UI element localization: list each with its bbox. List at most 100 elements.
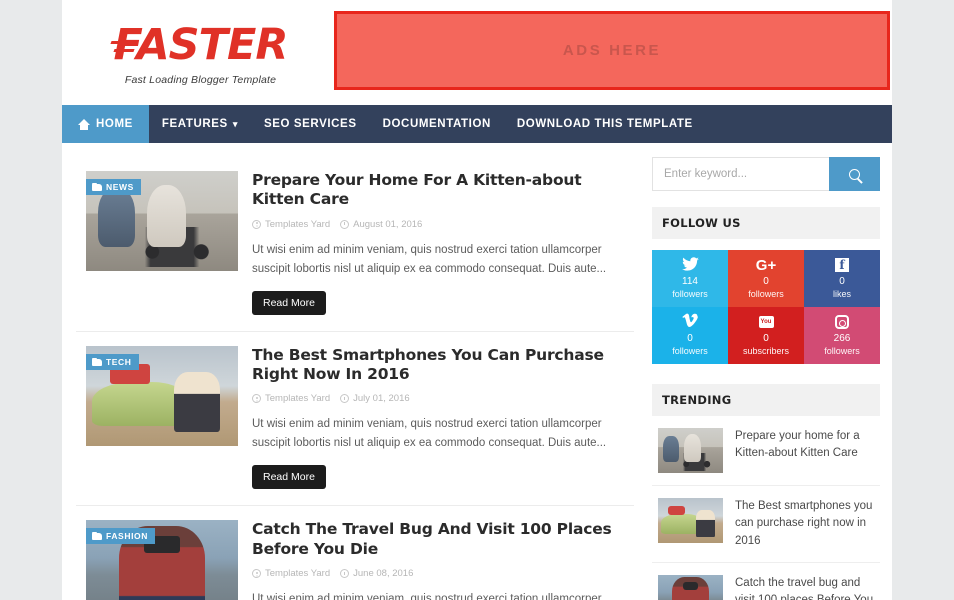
post-thumbnail[interactable]: NEWS xyxy=(86,171,238,271)
content-area: NEWS Prepare Your Home For A Kitten-about… xyxy=(62,143,892,600)
trending-title: Prepare your home for a Kitten-about Kit… xyxy=(735,430,860,460)
facebook-icon: f xyxy=(835,258,849,273)
social-cell-googleplus[interactable]: G+ 0 followers xyxy=(728,250,804,307)
search-widget xyxy=(652,157,880,191)
folder-icon xyxy=(92,357,102,366)
trending-image xyxy=(658,574,723,600)
search-button[interactable] xyxy=(829,157,880,191)
nav-item-label: DOWNLOAD THIS TEMPLATE xyxy=(516,118,693,130)
youtube-icon: You xyxy=(758,316,774,329)
logo-slash2-icon xyxy=(113,48,135,52)
post-title[interactable]: Catch The Travel Bug And Visit 100 Place… xyxy=(252,520,624,559)
nav-item-label: DOCUMENTATION xyxy=(382,118,491,130)
read-more-button[interactable]: Read More xyxy=(252,465,326,490)
user-icon xyxy=(252,219,261,229)
trending-heading: TRENDING xyxy=(652,384,880,416)
nav-item-documentation[interactable]: DOCUMENTATION xyxy=(370,105,504,143)
trending-thumbnail xyxy=(658,428,723,473)
post-excerpt: Ut wisi enim ad minim veniam, quis nostr… xyxy=(252,418,607,450)
logo-wordmark: FASTER xyxy=(110,23,288,67)
nav-item-features[interactable]: FEATURES ▾ xyxy=(149,105,251,143)
social-label: likes xyxy=(832,288,851,299)
clock-icon xyxy=(340,219,350,229)
post-item: NEWS Prepare Your Home For A Kitten-about… xyxy=(76,157,634,332)
trending-thumbnail xyxy=(658,574,723,600)
nav-item-download-this-template[interactable]: DOWNLOAD THIS TEMPLATE xyxy=(504,105,706,143)
post-category-label: FASHION xyxy=(106,531,148,542)
social-cell-instagram[interactable]: 266 followers xyxy=(804,307,880,364)
post-category-badge[interactable]: TECH xyxy=(86,353,139,370)
social-label: followers xyxy=(672,288,708,299)
social-label: followers xyxy=(824,345,860,356)
post-list: NEWS Prepare Your Home For A Kitten-about… xyxy=(62,143,646,600)
sidebar: FOLLOW US 114followersG+0followersf0like… xyxy=(646,143,892,600)
clock-icon xyxy=(340,394,350,404)
post-meta: Templates Yard July 01, 2016 xyxy=(252,393,624,404)
post-body: Prepare Your Home For A Kitten-about Kit… xyxy=(238,171,624,315)
site-logo[interactable]: FASTER Fast Loading Blogger Template xyxy=(68,20,333,86)
user-icon xyxy=(252,569,261,579)
read-more-button[interactable]: Read More xyxy=(252,290,326,315)
trending-item[interactable]: The Best smartphones you can purchase ri… xyxy=(652,486,880,563)
post-author: Templates Yard xyxy=(265,218,331,230)
site-container: FASTER Fast Loading Blogger Template ADS… xyxy=(62,0,892,600)
site-header: FASTER Fast Loading Blogger Template ADS… xyxy=(62,0,892,105)
logo-text: FASTER xyxy=(113,19,289,70)
post-author: Templates Yard xyxy=(265,568,331,580)
search-input[interactable] xyxy=(652,157,829,191)
social-cell-youtube[interactable]: You 0 subscribers xyxy=(728,307,804,364)
post-title[interactable]: The Best Smartphones You Can Purchase Ri… xyxy=(252,346,624,385)
post-thumbnail[interactable]: TECH xyxy=(86,345,238,446)
post-meta: Templates Yard August 01, 2016 xyxy=(252,219,624,230)
trending-title: The Best smartphones you can purchase ri… xyxy=(735,500,873,547)
trending-thumbnail xyxy=(658,498,723,543)
post-title[interactable]: Prepare Your Home For A Kitten-about Kit… xyxy=(252,171,624,210)
user-icon xyxy=(252,394,261,404)
post-author: Templates Yard xyxy=(265,393,331,405)
vimeo-icon xyxy=(682,313,698,331)
instagram-icon xyxy=(835,315,849,330)
folder-icon xyxy=(92,532,102,541)
search-icon xyxy=(849,168,860,180)
post-date: July 01, 2016 xyxy=(353,393,410,405)
post-excerpt: Ut wisi enim ad minim veniam, quis nostr… xyxy=(252,243,607,275)
nav-item-label: HOME xyxy=(96,118,133,130)
post-body: Catch The Travel Bug And Visit 100 Place… xyxy=(238,520,624,600)
trending-item[interactable]: Catch the travel bug and visit 100 place… xyxy=(652,563,880,600)
social-count: 114 xyxy=(682,276,698,288)
page-root: FASTER Fast Loading Blogger Template ADS… xyxy=(0,0,954,600)
post-category-badge[interactable]: FASHION xyxy=(86,528,155,545)
nav-item-label: FEATURES xyxy=(161,118,228,130)
follow-us-heading: FOLLOW US xyxy=(652,207,880,239)
twitter-bird-icon xyxy=(681,256,699,271)
post-category-badge[interactable]: NEWS xyxy=(86,179,141,195)
post-item: TECH The Best Smartphones You Can Purchas… xyxy=(76,331,634,507)
social-cell-vimeo[interactable]: 0 followers xyxy=(652,307,728,364)
ads-banner-label: ADS HERE xyxy=(562,42,662,59)
trending-item[interactable]: Prepare your home for a Kitten-about Kit… xyxy=(652,416,880,486)
twitter-icon xyxy=(681,256,699,274)
googleplus-icon: G+ xyxy=(755,256,777,274)
trending-title: Catch the travel bug and visit 100 place… xyxy=(735,576,874,600)
social-cell-twitter[interactable]: 114 followers xyxy=(652,250,728,307)
social-label: subscribers xyxy=(742,345,789,356)
social-cell-facebook[interactable]: f 0 likes xyxy=(804,250,880,307)
main-navigation: HOME FEATURES ▾ SEO SERVICES DOCUMENTATION DO… xyxy=(62,105,892,143)
nav-item-seo-services[interactable]: SEO SERVICES xyxy=(251,105,370,143)
post-body: The Best Smartphones You Can Purchase Ri… xyxy=(238,346,624,490)
logo-slash-icon xyxy=(110,40,136,44)
social-label: followers xyxy=(672,345,708,356)
post-thumbnail[interactable]: FASHION xyxy=(86,520,238,600)
social-count: 0 xyxy=(839,276,845,288)
social-grid: 114 followers G+ 0 followers f 0 likes 0 follower… xyxy=(652,250,880,364)
trending-image xyxy=(658,428,723,473)
social-count: 0 xyxy=(687,333,693,345)
post-item: FASHION Catch The Travel Bug And Visit 10… xyxy=(76,506,634,600)
logo-tagline: Fast Loading Blogger Template xyxy=(124,73,277,86)
post-category-label: TECH xyxy=(106,356,132,367)
post-excerpt: Ut wisi enim ad minim veniam, quis nostr… xyxy=(252,593,602,600)
social-count: 0 xyxy=(763,276,769,288)
ads-banner[interactable]: ADS HERE xyxy=(334,11,890,90)
nav-item-home[interactable]: HOME xyxy=(62,105,149,143)
clock-icon xyxy=(340,569,350,579)
